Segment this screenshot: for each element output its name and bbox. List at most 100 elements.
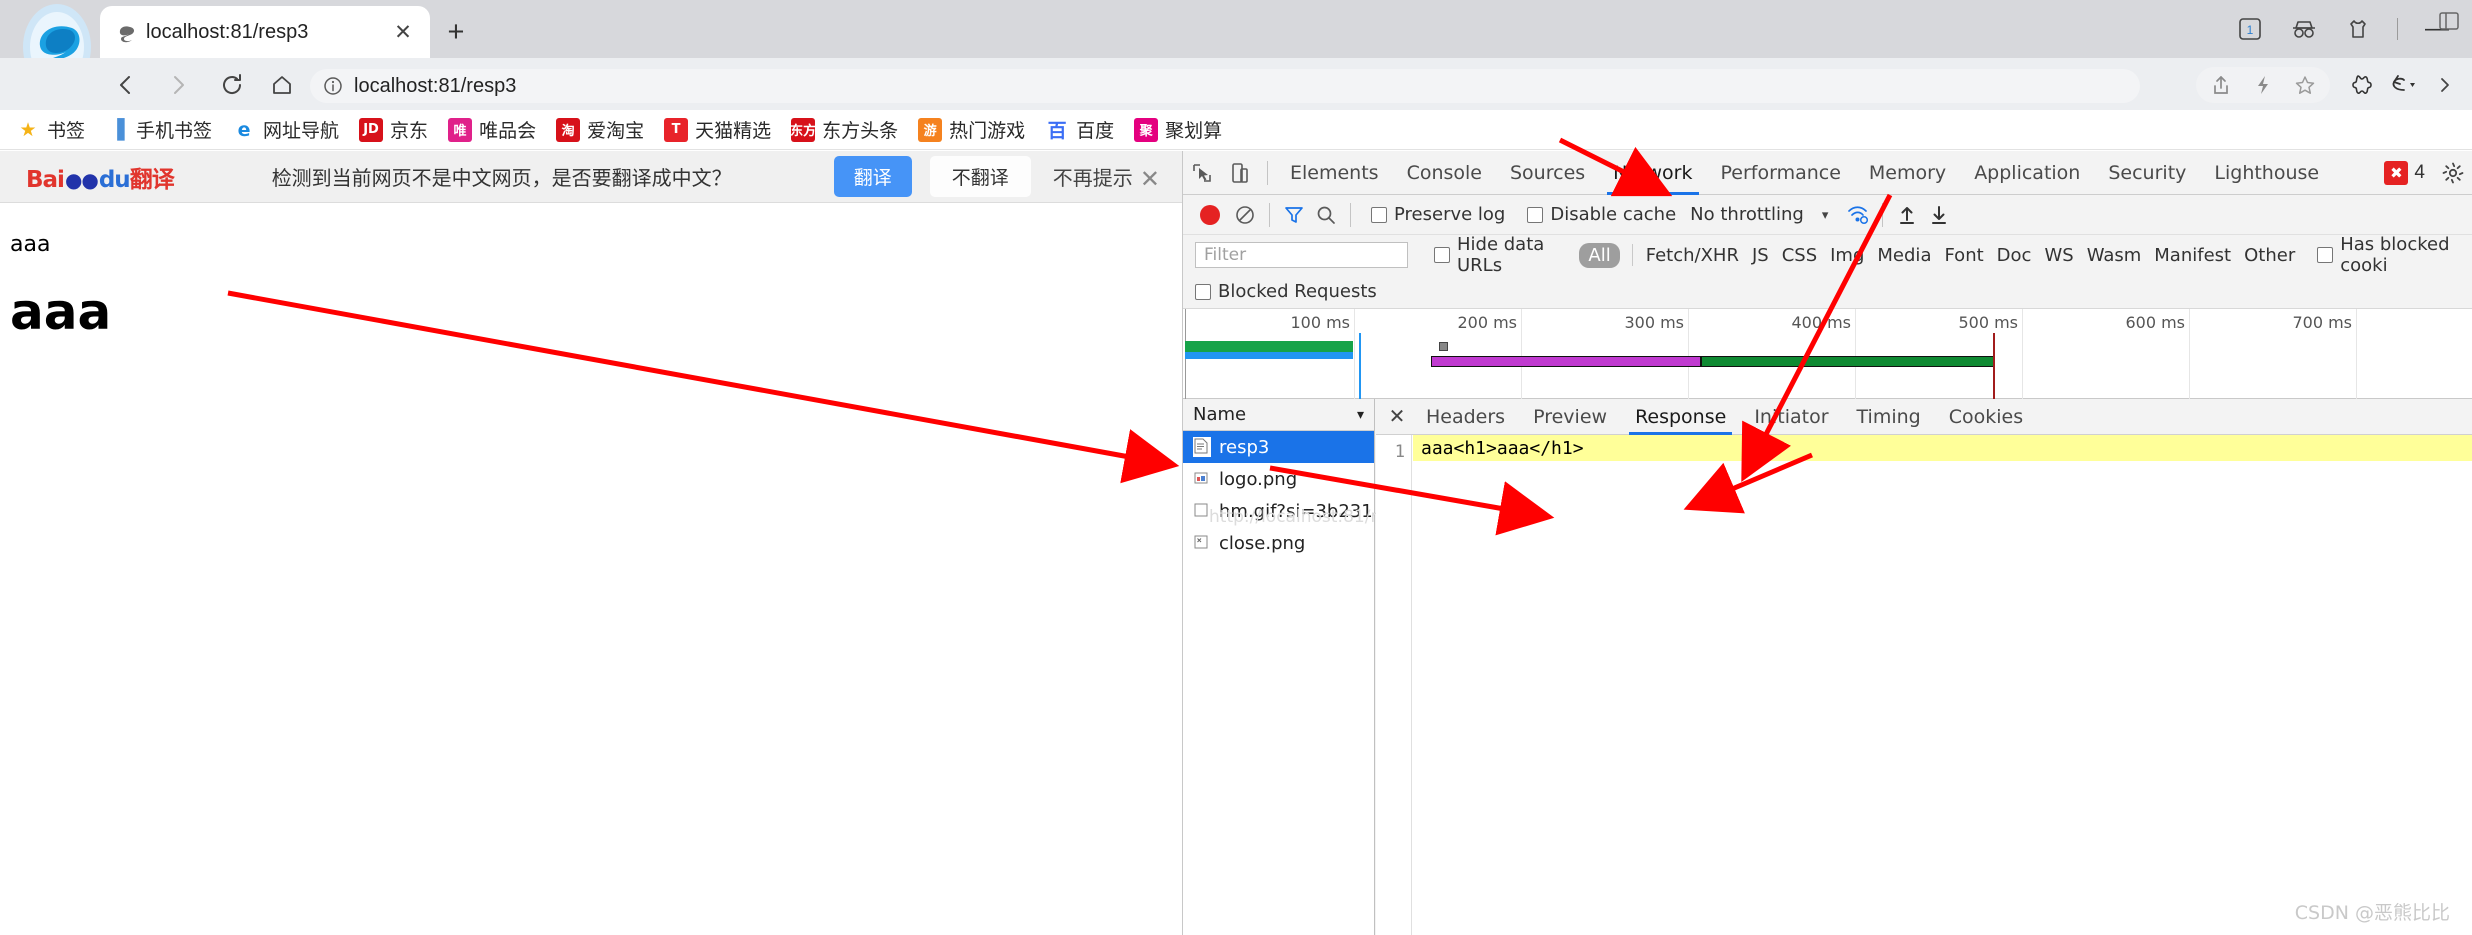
bookmark-item[interactable]: 淘爱淘宝	[556, 116, 644, 143]
skin-icon[interactable]	[2331, 0, 2385, 58]
export-har-icon[interactable]	[1923, 199, 1955, 231]
detail-tab-response[interactable]: Response	[1621, 399, 1740, 435]
network-conditions-icon[interactable]	[1842, 199, 1874, 231]
clear-icon[interactable]	[1229, 199, 1261, 231]
inspect-icon[interactable]	[1183, 154, 1221, 192]
checkbox-box	[1433, 247, 1450, 263]
throttling-select[interactable]: No throttling	[1690, 204, 1804, 225]
settings-gear-icon[interactable]	[2433, 153, 2472, 193]
overview-gridline	[1521, 309, 1522, 399]
devtools-tab-network[interactable]: Network	[1599, 151, 1706, 195]
filter-icon[interactable]	[1278, 199, 1310, 231]
response-body-line[interactable]: aaa<h1>aaa</h1>	[1413, 435, 2472, 461]
tab-count-icon[interactable]: 1	[2223, 0, 2277, 58]
undo-arrow-icon[interactable]	[2382, 67, 2424, 103]
request-row[interactable]: resp3	[1183, 431, 1374, 463]
bookmark-label: 京东	[390, 120, 429, 142]
browser-tab[interactable]: localhost:81/resp3 ✕	[100, 6, 430, 58]
address-bar[interactable]: localhost:81/resp3	[310, 69, 2140, 103]
no-translate-button[interactable]: 不翻译	[929, 156, 1031, 197]
filter-type-media[interactable]: Media	[1877, 245, 1931, 266]
bookmark-item[interactable]: 唯唯品会	[448, 116, 536, 143]
filter-type-other[interactable]: Other	[2244, 245, 2295, 266]
devtools-tab-performance[interactable]: Performance	[1707, 151, 1855, 195]
filter-input[interactable]: Filter	[1195, 242, 1408, 268]
back-button[interactable]	[108, 67, 144, 103]
detail-tab-initiator[interactable]: Initiator	[1740, 399, 1842, 435]
request-row[interactable]: close.png	[1183, 527, 1374, 559]
record-icon[interactable]	[1200, 204, 1220, 225]
filter-type-font[interactable]: Font	[1944, 245, 1983, 266]
translate-close-icon[interactable]: ✕	[1140, 165, 1160, 194]
devtools-tab-memory[interactable]: Memory	[1855, 151, 1960, 195]
devtools-panel: Elements Console Sources Network Performance…	[1182, 151, 2472, 935]
request-rows: resp3logo.pnghm.gif?si=3b231847743b9335……	[1183, 431, 1374, 559]
sort-caret-icon[interactable]: ▾	[1357, 407, 1364, 423]
devtools-tab-console[interactable]: Console	[1393, 151, 1496, 195]
devtools-tab-sources[interactable]: Sources	[1496, 151, 1599, 195]
detail-tab-headers[interactable]: Headers	[1412, 399, 1519, 435]
share-icon[interactable]	[2200, 67, 2242, 103]
hide-data-urls-label: Hide data URLs	[1456, 234, 1545, 276]
filter-type-img[interactable]: Img	[1830, 245, 1864, 266]
devtools-tab-lighthouse[interactable]: Lighthouse	[2200, 151, 2333, 195]
blocked-requests-checkbox[interactable]: Blocked Requests	[1195, 281, 1377, 302]
translate-button[interactable]: 翻译	[833, 156, 912, 197]
reload-icon[interactable]	[214, 67, 250, 103]
bookmark-item[interactable]: 游热门游戏	[918, 116, 1025, 143]
never-translate-link[interactable]: 不再提示	[1053, 162, 1133, 191]
filter-type-css[interactable]: CSS	[1782, 245, 1817, 266]
overview-tick-label: 500 ms	[1958, 313, 2018, 332]
info-circle-icon[interactable]	[322, 75, 344, 97]
has-blocked-cookies-checkbox[interactable]: Has blocked cooki	[2317, 234, 2472, 276]
error-badge[interactable]: ✖ 4	[2384, 160, 2425, 185]
devtools-tab-application[interactable]: Application	[1960, 151, 2094, 195]
filter-type-wasm[interactable]: Wasm	[2087, 245, 2142, 266]
incognito-icon[interactable]	[2277, 0, 2331, 58]
filter-type-manifest[interactable]: Manifest	[2154, 245, 2231, 266]
bookmark-item[interactable]: 东方 东方头条	[790, 116, 898, 143]
bookmark-item[interactable]: T 天猫精选	[664, 116, 771, 143]
overview-gridline	[1855, 309, 1856, 399]
search-icon[interactable]	[1310, 199, 1342, 231]
devtools-tab-security[interactable]: Security	[2094, 151, 2200, 195]
detail-tab-cookies[interactable]: Cookies	[1935, 399, 2037, 435]
bookmark-item[interactable]: 百百度	[1045, 116, 1114, 143]
disable-cache-checkbox[interactable]: Disable cache	[1527, 204, 1676, 225]
lightning-icon[interactable]	[2242, 67, 2284, 103]
svg-text:1: 1	[2247, 23, 2254, 37]
preserve-log-checkbox[interactable]: Preserve log	[1371, 204, 1505, 225]
forward-button[interactable]	[160, 67, 196, 103]
tab-close-icon[interactable]: ✕	[390, 19, 416, 45]
filter-type-js[interactable]: JS	[1752, 245, 1769, 266]
puzzle-icon[interactable]	[2340, 67, 2382, 103]
filter-type-fetch-xhr[interactable]: Fetch/XHR	[1646, 245, 1739, 266]
star-icon[interactable]	[2284, 67, 2326, 103]
bookmark-item[interactable]: ▐ 手机书签	[105, 116, 212, 143]
title-bar: localhost:81/resp3 ✕ + 1 —	[0, 0, 2472, 90]
detail-tab-timing[interactable]: Timing	[1843, 399, 1935, 435]
bookmark-item[interactable]: e 网址导航	[232, 116, 339, 143]
filter-type-doc[interactable]: Doc	[1997, 245, 2032, 266]
chevron-down-icon[interactable]: ▾	[1822, 207, 1829, 223]
hide-data-urls-checkbox[interactable]: Hide data URLs	[1433, 234, 1569, 276]
detail-tab-preview[interactable]: Preview	[1519, 399, 1621, 435]
bookmark-item[interactable]: JD 京东	[359, 116, 428, 143]
request-row[interactable]: logo.png	[1183, 463, 1374, 495]
filter-type-all[interactable]: All	[1579, 242, 1620, 268]
column-header-name: Name	[1193, 404, 1247, 425]
filter-type-ws[interactable]: WS	[2044, 245, 2073, 266]
bookmarks-overflow-icon[interactable]	[2436, 8, 2462, 34]
chevron-right-icon[interactable]	[2424, 67, 2466, 103]
new-tab-button[interactable]: +	[438, 14, 474, 50]
bookmark-item[interactable]: 聚聚划算	[1134, 116, 1222, 143]
devtools-tab-elements[interactable]: Elements	[1276, 151, 1393, 195]
import-har-icon[interactable]	[1891, 199, 1923, 231]
detail-close-icon[interactable]: ✕	[1382, 402, 1412, 432]
request-list-header[interactable]: Name ▾	[1183, 399, 1374, 431]
browser-toolbar: localhost:81/resp3	[0, 58, 2472, 110]
home-icon[interactable]	[264, 67, 300, 103]
device-toolbar-icon[interactable]	[1221, 154, 1259, 192]
network-overview-timeline[interactable]: 100 ms 200 ms 300 ms 400 ms 500 ms 600 ms 700 …	[1183, 309, 2472, 399]
bookmark-item[interactable]: ★ 书签	[16, 116, 85, 143]
